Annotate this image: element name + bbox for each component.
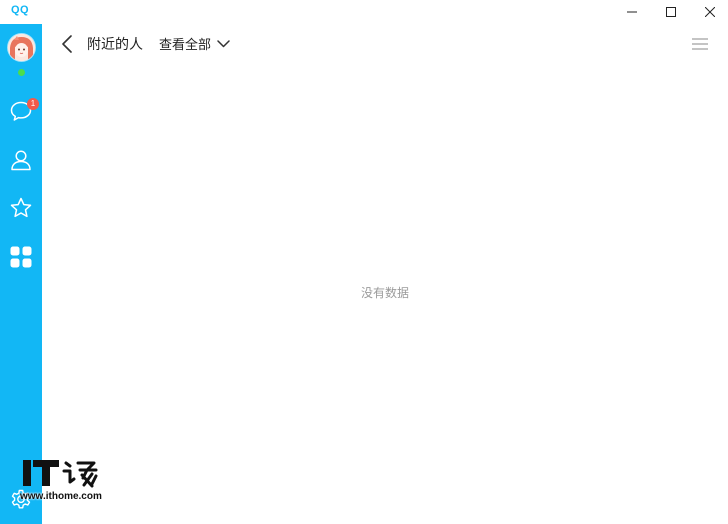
sidebar-item-contacts[interactable] [9, 148, 33, 172]
person-icon [11, 150, 31, 171]
watermark-url: www.ithome.com [20, 491, 102, 502]
minimize-button[interactable] [612, 0, 652, 24]
online-status-dot [18, 69, 25, 76]
menu-button[interactable] [690, 36, 710, 52]
page-title: 附近的人 [87, 37, 143, 53]
watermark: www.ithome.com [20, 458, 104, 504]
close-button[interactable] [690, 0, 728, 24]
back-button[interactable] [58, 34, 76, 54]
avatar[interactable] [8, 34, 35, 61]
menu-icon [692, 38, 708, 50]
filter-label: 查看全部 [159, 38, 212, 53]
title-bar: QQ [0, 0, 728, 24]
empty-state-text: 没有数据 [360, 286, 409, 300]
filter-dropdown[interactable]: 查看全部 [159, 34, 230, 53]
sidebar-item-apps[interactable] [9, 245, 33, 269]
maximize-icon [666, 7, 676, 17]
close-icon [705, 7, 715, 17]
grid-icon [10, 246, 32, 268]
star-icon [10, 197, 32, 218]
unread-badge: 1 [27, 98, 39, 110]
sidebar: 1 [0, 24, 42, 524]
top-bar: 附近的人 查看全部 [42, 24, 728, 64]
maximize-button[interactable] [651, 0, 691, 24]
avatar-image [8, 34, 35, 61]
app-title: QQ [11, 4, 30, 16]
back-arrow-icon [62, 35, 72, 53]
sidebar-item-favorites[interactable] [9, 196, 33, 220]
ithome-logo-icon [23, 460, 98, 488]
chevron-down-icon [217, 39, 230, 47]
minimize-icon [627, 11, 637, 13]
